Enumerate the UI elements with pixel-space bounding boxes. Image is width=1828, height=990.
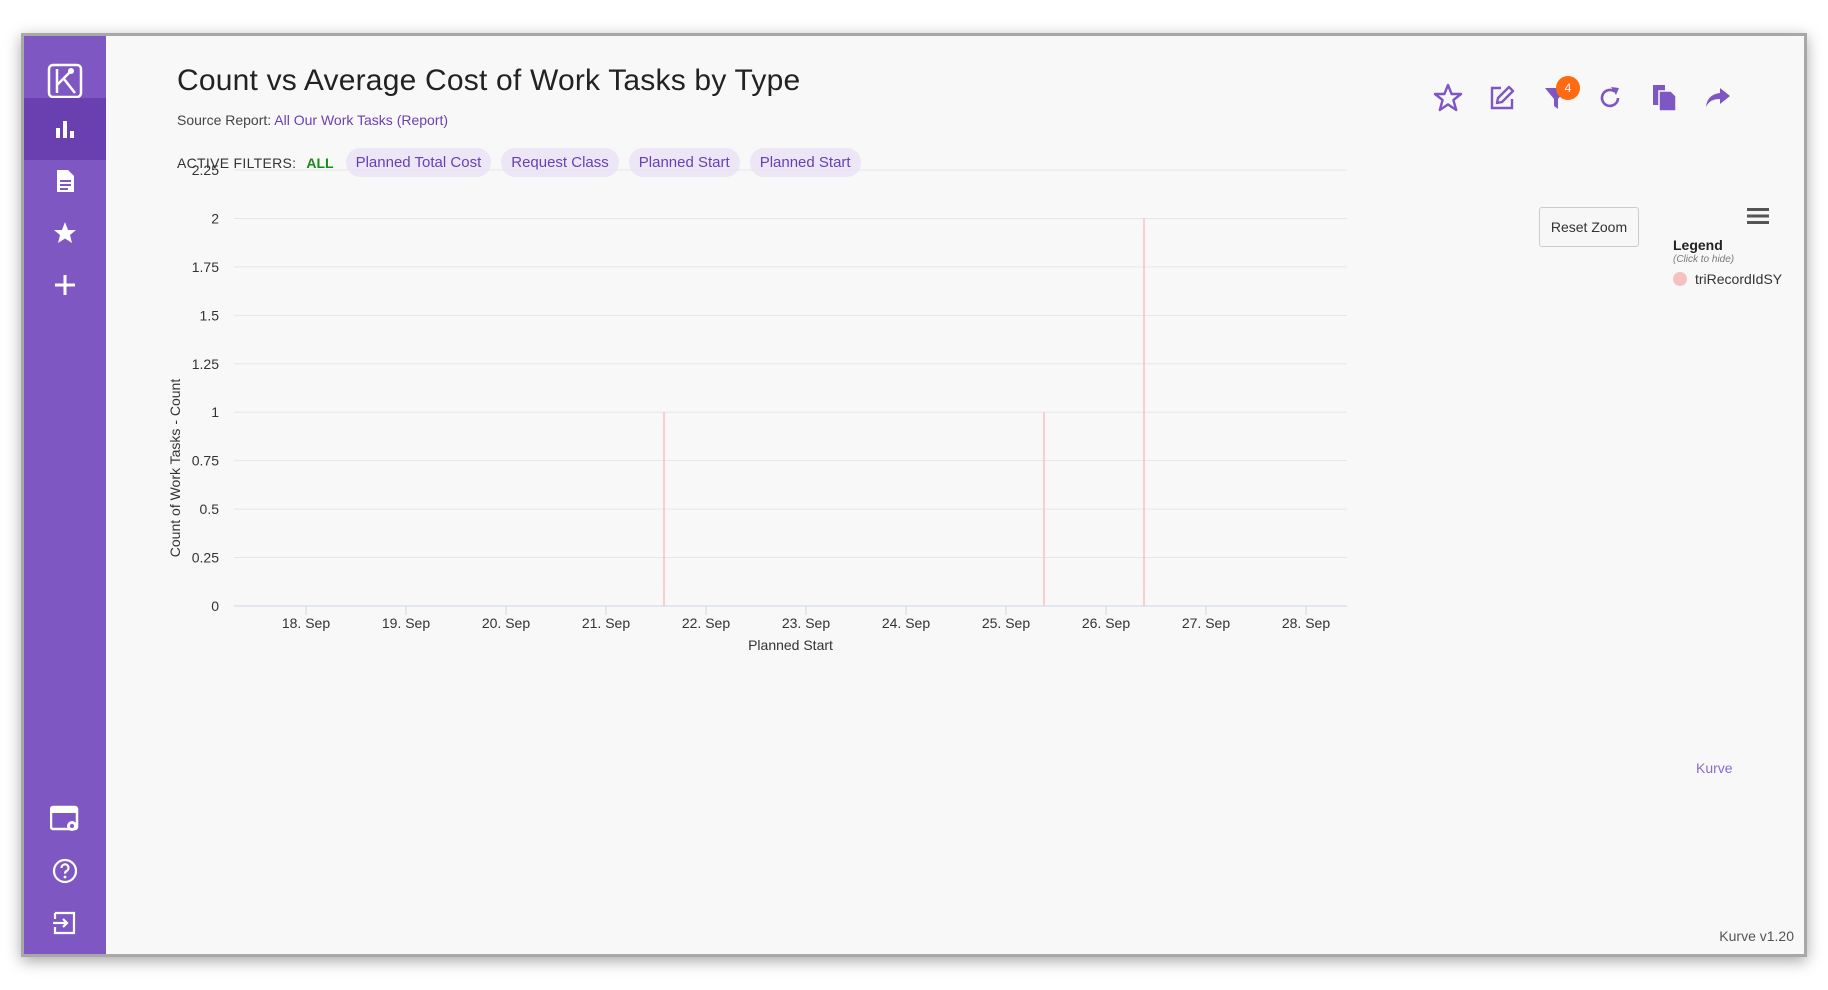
sidebar-item-add[interactable]	[24, 254, 106, 316]
version-label: Kurve v1.20	[1719, 928, 1794, 944]
chart-icon	[56, 121, 74, 138]
x-tick-label: 19. Sep	[382, 615, 430, 631]
logout-icon	[53, 911, 76, 935]
sidebar	[24, 36, 106, 954]
star-icon	[54, 222, 76, 243]
x-tick-label: 22. Sep	[682, 615, 730, 631]
sidebar-item-logout[interactable]	[24, 892, 106, 954]
legend-marker	[1673, 272, 1687, 286]
x-axis-title: Planned Start	[748, 637, 833, 653]
y-axis-title: Count of Work Tasks - Count	[167, 379, 183, 558]
x-tick-label: 27. Sep	[1182, 615, 1230, 631]
help-icon	[52, 858, 78, 884]
hamburger-icon	[1747, 208, 1769, 224]
chart-legend: Legend (Click to hide) triRecordIdSY	[1673, 237, 1782, 287]
main-content: Count vs Average Cost of Work Tasks by T…	[106, 36, 1804, 954]
y-tick-label: 0.25	[192, 550, 219, 566]
y-tick-label: 1	[211, 404, 219, 420]
x-tick-label: 18. Sep	[282, 615, 330, 631]
x-tick-label: 26. Sep	[1082, 615, 1130, 631]
document-icon	[57, 170, 74, 192]
legend-title: Legend	[1673, 237, 1723, 253]
x-tick-label: 23. Sep	[782, 615, 830, 631]
x-tick-label: 24. Sep	[882, 615, 930, 631]
chart-credit-link[interactable]: Kurve	[1696, 760, 1733, 776]
settings-panel-icon	[50, 805, 79, 831]
y-tick-label: 0.5	[200, 501, 220, 517]
x-tick-label: 21. Sep	[582, 615, 630, 631]
y-tick-label: 1.75	[192, 259, 219, 275]
x-tick-label: 28. Sep	[1282, 615, 1330, 631]
y-tick-label: 1.25	[192, 356, 219, 372]
chart-menu-button[interactable]	[1746, 204, 1770, 228]
y-tick-label: 0.75	[192, 453, 219, 469]
x-tick-label: 20. Sep	[482, 615, 530, 631]
reset-zoom-button[interactable]: Reset Zoom	[1539, 207, 1639, 247]
legend-item[interactable]: triRecordIdSY	[1673, 271, 1782, 287]
plus-icon	[55, 275, 75, 295]
app-window: Count vs Average Cost of Work Tasks by T…	[21, 33, 1807, 957]
y-tick-label: 2	[211, 210, 219, 226]
y-tick-label: 2.25	[192, 162, 219, 178]
legend-label: triRecordIdSY	[1695, 271, 1783, 287]
legend-hint: (Click to hide)	[1673, 254, 1735, 265]
y-tick-label: 1.5	[200, 307, 220, 323]
chart: 0 0.25 0.5 0.75 1 1.25 1.5 1.75 2 2.25 18. Sep 19. …	[167, 162, 1347, 653]
y-tick-label: 0	[211, 598, 219, 614]
x-tick-label: 25. Sep	[982, 615, 1030, 631]
